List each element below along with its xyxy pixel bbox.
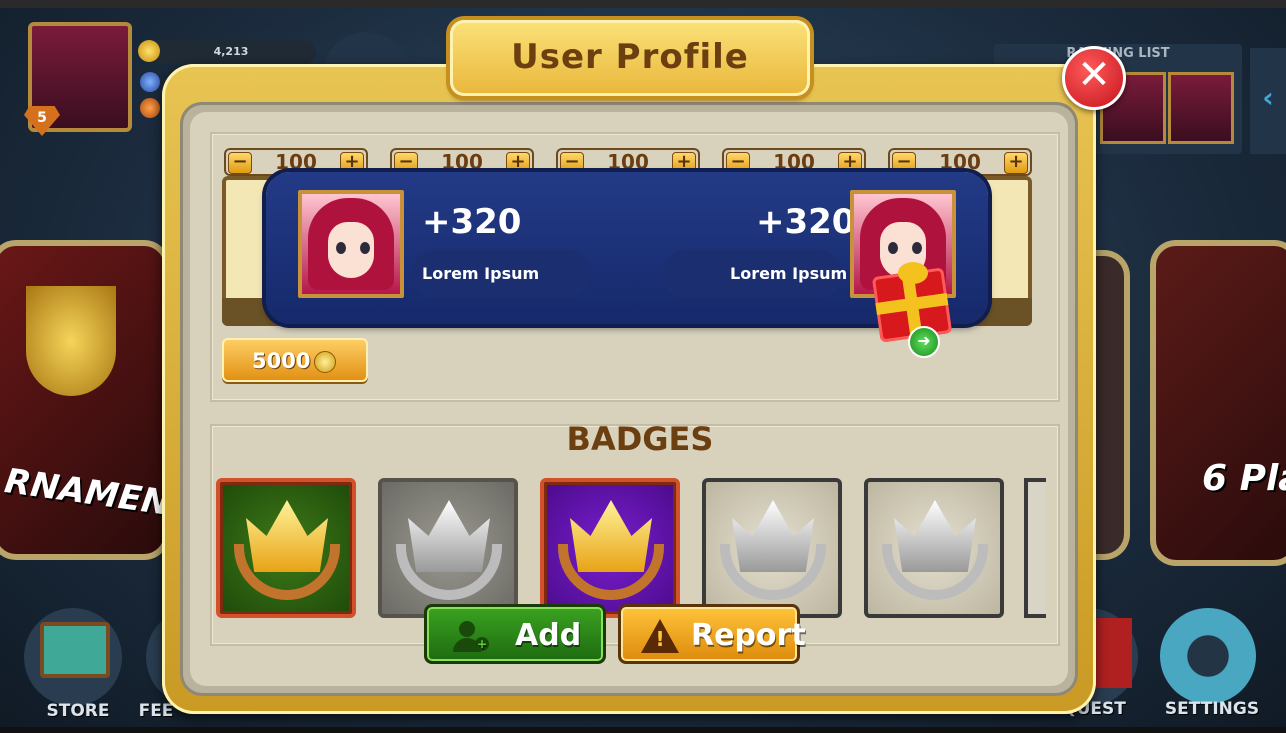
coins-total-box[interactable]: 5000 — [222, 338, 368, 382]
player-name: Lorem Ipsum — [422, 264, 540, 283]
stepper-minus-button[interactable]: − — [560, 152, 584, 174]
badge-item-partial[interactable] — [1024, 478, 1046, 618]
six-player-card[interactable]: 6 Pla — [1150, 240, 1286, 566]
gift-bow-icon — [898, 262, 928, 284]
crown-icon — [570, 500, 652, 572]
stepper-minus-button[interactable]: − — [394, 152, 418, 174]
stepper-plus-button[interactable]: + — [506, 152, 530, 174]
badge-item[interactable] — [378, 478, 518, 618]
coin-icon — [138, 40, 160, 62]
tournament-card[interactable]: RNAMENT — [0, 240, 170, 560]
chevron-left-icon[interactable]: ‹ — [1250, 48, 1286, 154]
modal-title: User Profile — [511, 37, 749, 77]
badge-item[interactable] — [216, 478, 356, 618]
opponent-name: Lorem Ipsum — [730, 264, 848, 283]
crown-icon — [894, 500, 976, 572]
coin-balance: 4,213 — [146, 40, 316, 64]
close-icon[interactable]: ✕ — [1062, 46, 1126, 110]
badge-item[interactable] — [540, 478, 680, 618]
bottom-edge — [0, 727, 1286, 733]
badge-item[interactable] — [702, 478, 842, 618]
add-friend-button[interactable]: + Add — [424, 604, 606, 664]
ranking-avatar[interactable] — [1168, 72, 1234, 144]
player-portrait — [298, 190, 404, 298]
modal-title-tab: User Profile — [450, 20, 810, 96]
gear-icon[interactable] — [1160, 608, 1256, 704]
stepper-minus-button[interactable]: − — [726, 152, 750, 174]
coins-total: 5000 — [252, 349, 311, 373]
crown-icon — [732, 500, 814, 572]
crown-icon — [246, 500, 328, 572]
top-edge — [0, 0, 1286, 8]
report-button-label: Report — [691, 618, 806, 653]
tournament-label: RNAMENT — [2, 460, 170, 528]
arrow-right-icon[interactable]: ➜ — [908, 326, 940, 358]
energy-icon — [140, 98, 160, 118]
stepper-plus-button[interactable]: + — [1004, 152, 1028, 174]
report-button[interactable]: ! Report — [618, 604, 806, 664]
add-user-icon: + — [453, 621, 489, 653]
stepper-plus-button[interactable]: + — [672, 152, 696, 174]
coin-icon — [314, 351, 336, 373]
stepper-plus-button[interactable]: + — [838, 152, 862, 174]
add-button-label: Add — [515, 618, 582, 653]
gem-icon — [140, 72, 160, 92]
player-score: +320 — [422, 202, 522, 242]
badge-item[interactable] — [864, 478, 1004, 618]
cart-icon — [40, 622, 110, 678]
stepper-minus-button[interactable]: − — [228, 152, 252, 174]
quest-gift-icon — [1096, 618, 1132, 688]
opponent-score: +320 — [756, 202, 856, 242]
crown-icon — [408, 500, 490, 572]
stepper-minus-button[interactable]: − — [892, 152, 916, 174]
trophy-icon — [26, 286, 116, 396]
warning-icon: ! — [641, 619, 679, 653]
nav-settings[interactable]: SETTINGS — [1162, 699, 1262, 719]
stepper-plus-button[interactable]: + — [340, 152, 364, 174]
six-player-label: 6 Pla — [1202, 458, 1286, 499]
badges-title: BADGES — [566, 420, 714, 458]
mode-card-edge[interactable] — [1090, 250, 1130, 560]
nav-store[interactable]: STORE — [28, 701, 128, 721]
